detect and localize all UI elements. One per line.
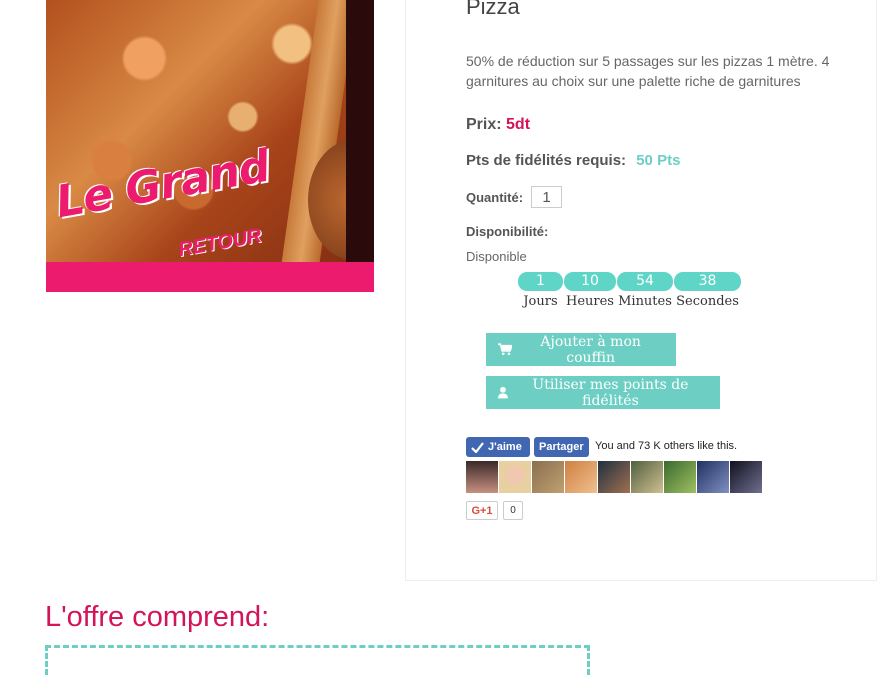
offer-box xyxy=(45,645,590,675)
offer-heading: L'offre comprend: xyxy=(45,601,270,633)
facebook-like-button[interactable]: J'aime xyxy=(466,437,530,457)
quantity-row: Quantité: xyxy=(466,186,563,208)
price-label: Prix: xyxy=(466,116,502,133)
countdown-days-value: 1 xyxy=(518,272,563,291)
image-promo-subtitle: RETOUR xyxy=(176,224,264,262)
countdown-hours-value: 10 xyxy=(564,272,616,291)
facebook-like-label: J'aime xyxy=(488,441,522,453)
loyalty-label: Pts de fidélités requis: xyxy=(466,152,627,169)
avatar[interactable] xyxy=(532,461,564,493)
countdown-seconds-value: 38 xyxy=(674,272,741,291)
add-to-cart-label: Ajouter à mon couffin xyxy=(540,333,641,366)
avatar[interactable] xyxy=(697,461,729,493)
cart-icon xyxy=(498,343,513,356)
quantity-input[interactable] xyxy=(531,186,563,208)
loyalty-value: 50 Pts xyxy=(636,152,681,169)
facebook-friend-avatars xyxy=(466,461,762,493)
countdown-minutes-value: 54 xyxy=(617,272,673,291)
image-pink-band xyxy=(46,262,374,292)
countdown-hours-label: Heures xyxy=(566,294,614,309)
countdown-days: 1 Jours xyxy=(518,272,563,309)
availability-label: Disponibilité: xyxy=(466,224,549,239)
image-dark-edge xyxy=(346,0,374,292)
avatar[interactable] xyxy=(598,461,630,493)
use-points-label: Utiliser mes points de fidélités xyxy=(532,376,689,409)
product-description: 50% de réduction sur 5 passages sur les … xyxy=(466,53,830,89)
google-plus-count: 0 xyxy=(503,501,523,520)
countdown-timer: 1 Jours 10 Heures 54 Minutes 38 Secondes xyxy=(518,272,741,309)
check-icon xyxy=(471,441,484,453)
price-row: Prix: 5dt xyxy=(466,116,530,134)
avatar[interactable] xyxy=(664,461,696,493)
avatar[interactable] xyxy=(730,461,762,493)
facebook-share-label: Partager xyxy=(539,441,584,453)
avatar[interactable] xyxy=(565,461,597,493)
add-to-cart-button[interactable]: Ajouter à mon couffin xyxy=(486,333,676,366)
countdown-seconds: 38 Secondes xyxy=(674,272,741,309)
avatar[interactable] xyxy=(631,461,663,493)
price-value: 5dt xyxy=(506,116,531,133)
image-promo-title: Le Grand xyxy=(52,140,274,229)
loyalty-row: Pts de fidélités requis: 50 Pts xyxy=(466,152,680,169)
availability-value: Disponible xyxy=(466,249,527,264)
avatar[interactable] xyxy=(499,461,531,493)
quantity-label: Quantité: xyxy=(466,189,524,205)
facebook-share-button[interactable]: Partager xyxy=(534,437,589,457)
countdown-hours: 10 Heures xyxy=(564,272,616,309)
product-image: Le Grand RETOUR xyxy=(46,0,374,292)
countdown-days-label: Jours xyxy=(523,294,558,309)
avatar[interactable] xyxy=(466,461,498,493)
google-plus-button[interactable]: G+1 xyxy=(466,501,498,520)
countdown-minutes-label: Minutes xyxy=(618,294,672,309)
use-points-button[interactable]: Utiliser mes points de fidélités xyxy=(486,376,720,409)
user-icon xyxy=(498,386,508,399)
facebook-like-count: You and 73 K others like this. xyxy=(595,440,738,452)
countdown-seconds-label: Secondes xyxy=(676,294,739,309)
product-title: Pizza xyxy=(466,0,520,19)
countdown-minutes: 54 Minutes xyxy=(617,272,673,309)
